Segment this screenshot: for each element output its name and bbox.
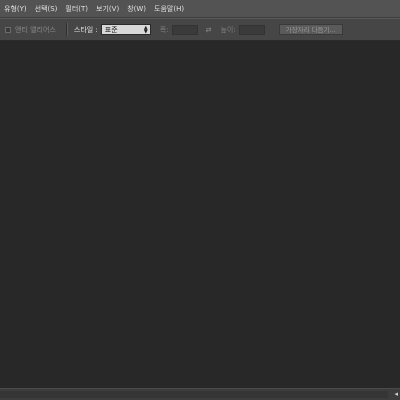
width-label: 폭: [159,25,169,34]
menu-select[interactable]: 선택(S) [31,0,62,18]
expand-panels-icon[interactable]: ◂ [394,389,398,399]
height-label: 높이: [220,25,236,34]
workspace-canvas-area [0,41,400,388]
menu-view[interactable]: 보기(V) [92,0,123,18]
style-label: 스타일 : [73,25,98,34]
options-divider [65,23,68,36]
updown-arrows-icon: ▲ ▼ [143,25,148,35]
horizontal-scrollbar[interactable] [0,391,388,398]
menu-bar: 유형(Y) 선택(S) 필터(T) 보기(V) 창(W) 도움말(H) [0,0,400,18]
style-select-value: 표준 [104,26,118,34]
refine-edge-button[interactable]: 가장자리 다듬기... [278,24,343,35]
bottom-panel-bar: ◂ [0,388,400,400]
menu-window[interactable]: 창(W) [123,0,150,18]
anti-alias-checkbox[interactable] [5,26,11,33]
anti-alias-option[interactable]: 앤티 앨리어스 [5,25,56,35]
swap-arrows-icon[interactable]: ⇄ [206,26,212,34]
width-field[interactable] [171,24,198,35]
menu-filter[interactable]: 필터(T) [61,0,92,18]
options-bar: 앤티 앨리어스 스타일 : 표준 ▲ ▼ 폭: ⇄ 높이: 가장자리 다듬기... [0,18,400,41]
style-select[interactable]: 표준 ▲ ▼ [100,24,151,35]
height-field[interactable] [238,24,265,35]
menu-type[interactable]: 유형(Y) [0,0,31,18]
menu-help[interactable]: 도움말(H) [150,0,188,18]
app-window: 유형(Y) 선택(S) 필터(T) 보기(V) 창(W) 도움말(H) 앤티 앨… [0,0,400,400]
anti-alias-label: 앤티 앨리어스 [15,25,56,34]
